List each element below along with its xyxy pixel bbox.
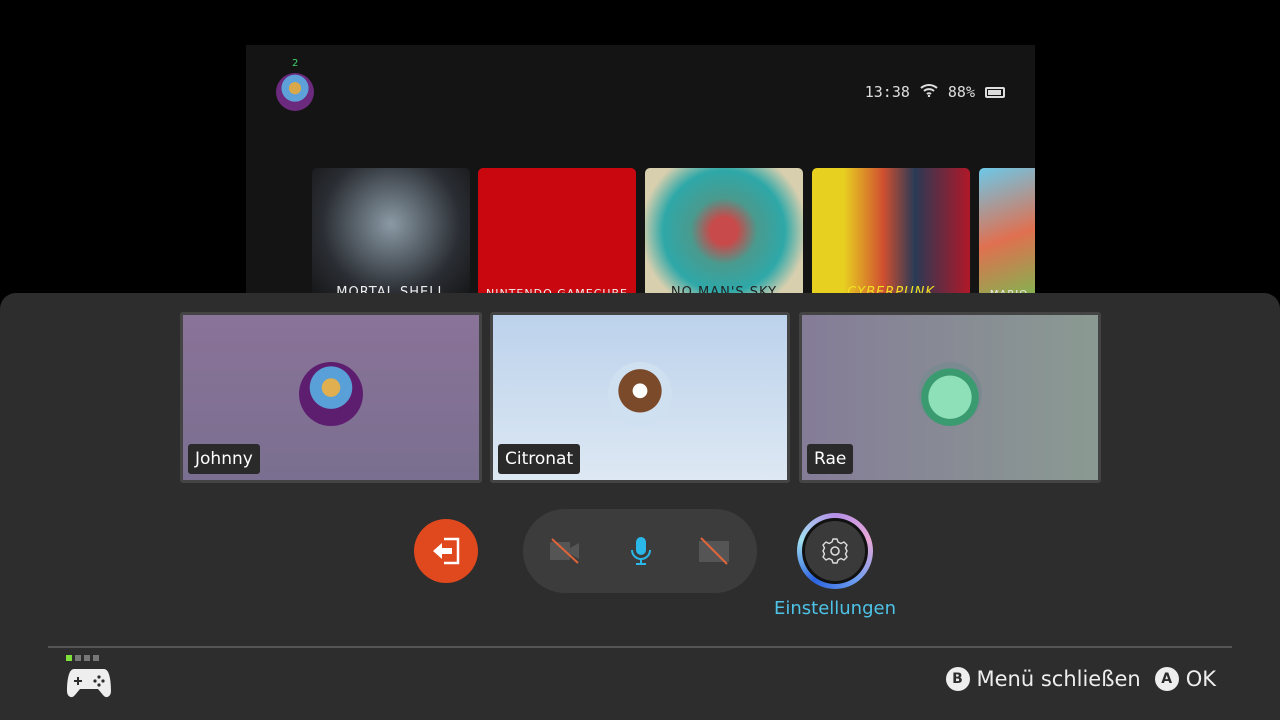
status-bar: 13:38 88% [865,83,1005,101]
game-tile-cyberpunk[interactable]: CYBERPUNK [812,168,970,305]
controller-icon [67,669,111,698]
divider [48,646,1232,648]
microphone-button[interactable] [625,536,657,566]
controller-indicator [66,655,112,705]
avatar [918,361,982,426]
footer-hints: B Menü schließen A OK [945,667,1216,691]
gear-icon [822,538,848,564]
user-count: 2 [292,58,299,69]
game-tile-gamecube[interactable]: NINTENDO GAMECUBE [478,168,636,305]
exit-icon [433,537,460,565]
clock: 13:38 [864,83,910,101]
screen-share-off-button[interactable] [698,536,730,566]
settings-label: Einstellungen [773,598,897,619]
a-button-icon: A [1154,667,1179,691]
close-menu-hint[interactable]: B Menü schließen [945,667,1141,691]
participant-name: Johnny [188,444,260,474]
battery-icon [985,86,1005,98]
ok-hint[interactable]: A OK [1154,667,1216,691]
game-tile-no-mans-sky[interactable]: NO MAN'S SKY [645,168,803,305]
microphone-icon [631,537,651,565]
participant-card-rae[interactable]: Rae [799,312,1101,483]
media-controls [523,509,757,593]
voice-chat-panel: Johnny Citronat Rae Einstellungen B Menü … [0,293,1280,720]
game-tile-mortal-shell[interactable]: MORTAL SHELL [312,168,470,305]
ok-label: OK [1185,667,1216,691]
participant-card-citronat[interactable]: Citronat [490,312,790,483]
participant-card-johnny[interactable]: Johnny [180,312,482,483]
game-tile-mario[interactable]: MARIO [979,168,1035,305]
wifi-icon [920,83,938,101]
close-menu-label: Menü schließen [976,667,1141,691]
participant-name: Rae [807,444,854,474]
participant-name: Citronat [498,444,581,474]
battery-percent: 88% [947,83,975,101]
camera-off-icon [550,538,579,564]
leave-chat-button[interactable] [414,519,478,583]
screen-share-off-icon [699,537,729,565]
b-button-icon: B [945,667,970,691]
player-leds [66,655,112,661]
camera-off-button[interactable] [549,536,581,566]
user-avatar[interactable] [276,73,314,111]
home-screen-background: 2 13:38 88% MORTAL SHELL NINTENDO GAMECU… [246,45,1035,305]
avatar [608,361,672,426]
avatar [299,361,363,426]
settings-button[interactable] [797,513,873,589]
